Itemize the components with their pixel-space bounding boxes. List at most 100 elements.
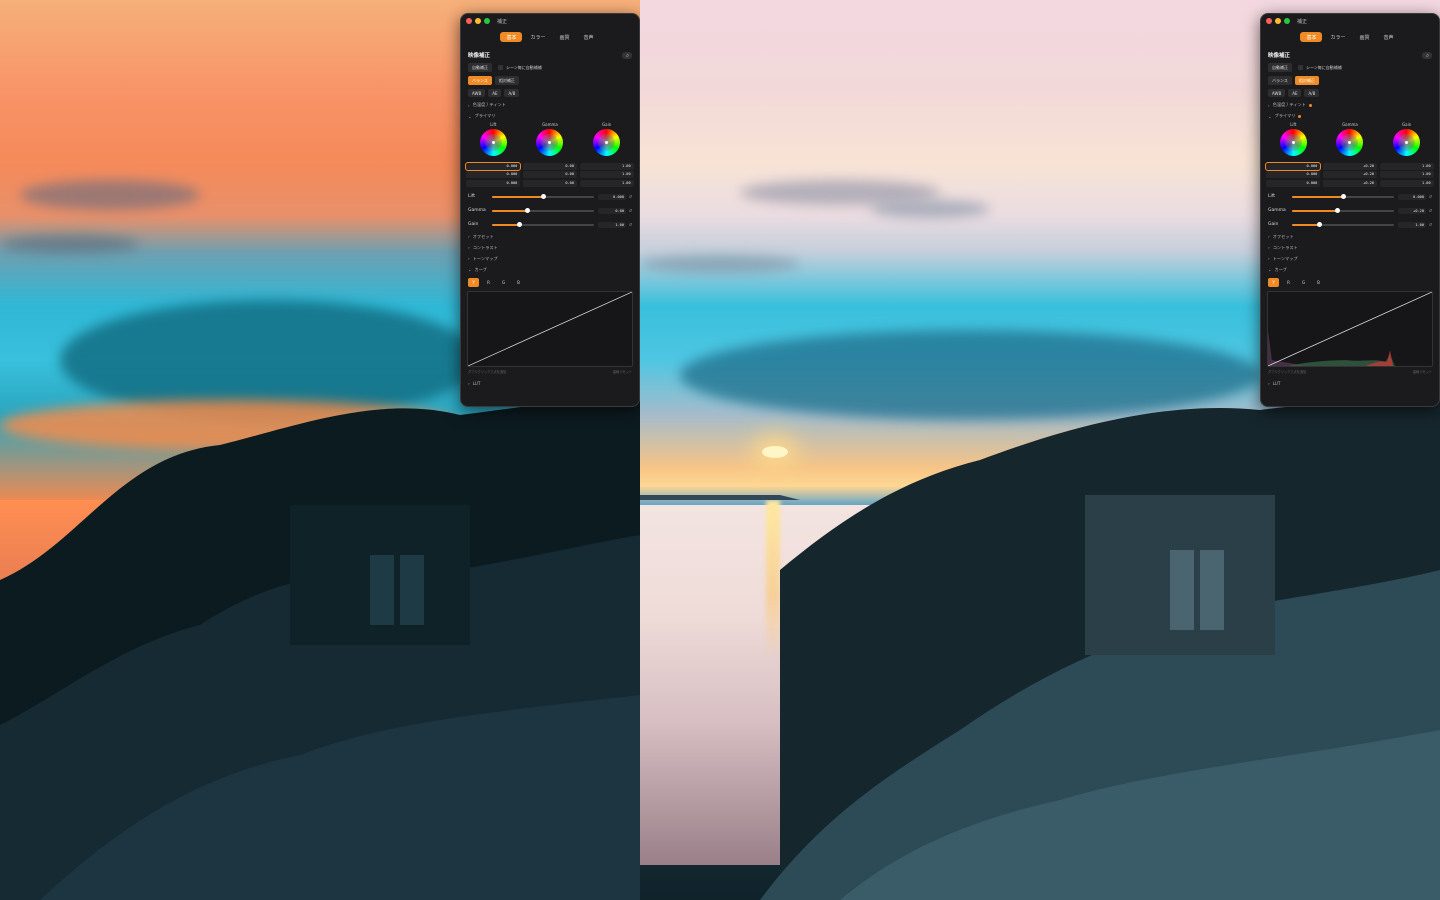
gamma-b-field[interactable]: 0.00 — [522, 179, 577, 187]
section-lut[interactable]: › LUT — [461, 381, 639, 386]
curve-reset[interactable]: 曲線リセット — [613, 369, 632, 374]
curve-line[interactable] — [1268, 291, 1432, 366]
lift-b-field[interactable]: 0.000 — [1266, 179, 1321, 187]
scene-auto-checkbox[interactable] — [498, 65, 503, 70]
reset-icon[interactable]: ↺ — [1426, 208, 1432, 213]
gamma-g-field[interactable]: 0.00 — [522, 171, 577, 178]
reset-icon[interactable]: ↺ — [626, 208, 632, 213]
tab-color[interactable]: カラー — [1324, 32, 1351, 42]
gain-slider[interactable] — [1292, 221, 1394, 227]
slider-thumb[interactable] — [517, 221, 523, 227]
gamma-wheel[interactable] — [536, 129, 564, 156]
gamma-r-field[interactable]: +0.20 — [1322, 162, 1377, 170]
close-button[interactable] — [466, 18, 472, 24]
tab-basic[interactable]: 基本 — [1300, 32, 1323, 42]
channel-r[interactable]: R — [483, 278, 494, 287]
gain-b-field[interactable]: 1.00 — [1379, 179, 1434, 187]
section-offset[interactable]: › オフセット — [1261, 234, 1439, 240]
gamma-value[interactable]: +0.20 — [1398, 207, 1426, 214]
auto-correct-button[interactable]: 自動補正 — [468, 63, 492, 72]
curve-editor[interactable] — [1267, 290, 1433, 367]
gain-b-field[interactable]: 1.00 — [579, 179, 634, 187]
channel-y[interactable]: Y — [468, 277, 479, 287]
wheel-knob[interactable] — [1291, 141, 1295, 144]
curve-line[interactable] — [468, 291, 632, 366]
section-contrast[interactable]: › コントラスト — [1261, 245, 1439, 251]
gain-value[interactable]: 1.00 — [1398, 221, 1426, 228]
slider-thumb[interactable] — [540, 193, 546, 199]
wheel-knob[interactable] — [605, 141, 609, 144]
gain-wheel[interactable] — [593, 129, 621, 156]
ae-button[interactable]: AE — [1288, 89, 1302, 97]
reset-icon[interactable]: ↺ — [1422, 51, 1432, 59]
gain-g-field[interactable]: 1.00 — [579, 171, 634, 178]
reset-icon[interactable]: ↺ — [1426, 194, 1432, 199]
minimize-button[interactable] — [475, 18, 481, 24]
lift-r-field[interactable]: 0.000 — [465, 161, 522, 171]
section-lut[interactable]: › LUT — [1261, 381, 1439, 386]
section-curve[interactable]: ⌄ カーブ — [1261, 267, 1439, 273]
channel-g[interactable]: G — [1298, 278, 1309, 287]
channel-r[interactable]: R — [1283, 278, 1294, 287]
section-curve[interactable]: ⌄ カーブ — [461, 267, 639, 273]
lift-wheel[interactable] — [479, 129, 507, 156]
lift-g-field[interactable]: 0.000 — [1266, 171, 1321, 178]
channel-g[interactable]: G — [498, 278, 509, 287]
reset-icon[interactable]: ↺ — [626, 194, 632, 199]
gain-r-field[interactable]: 1.00 — [1379, 162, 1434, 170]
slider-thumb[interactable] — [1317, 221, 1323, 227]
lift-slider[interactable] — [1292, 193, 1394, 199]
minimize-button[interactable] — [1275, 18, 1281, 24]
wheel-knob[interactable] — [491, 141, 495, 144]
gain-r-field[interactable]: 1.00 — [579, 162, 634, 170]
section-contrast[interactable]: › コントラスト — [461, 245, 639, 251]
reset-icon[interactable]: ↺ — [1426, 222, 1432, 227]
slider-thumb[interactable] — [1340, 193, 1346, 199]
zoom-button[interactable] — [484, 18, 490, 24]
mode-balance[interactable]: バランス — [1268, 76, 1292, 85]
gamma-value[interactable]: 0.00 — [598, 207, 626, 214]
channel-y[interactable]: Y — [1268, 277, 1279, 287]
tab-quality[interactable]: 画質 — [1354, 32, 1376, 42]
section-primary[interactable]: ⌄ プライマリ — [1261, 113, 1439, 119]
tab-audio[interactable]: 音声 — [1378, 32, 1400, 42]
mode-balance[interactable]: バランス — [468, 76, 492, 85]
awb-button[interactable]: AWB — [1268, 89, 1286, 97]
close-button[interactable] — [1266, 18, 1272, 24]
gain-value[interactable]: 1.00 — [598, 221, 626, 228]
lift-b-field[interactable]: 0.000 — [466, 179, 521, 187]
gamma-slider[interactable] — [492, 207, 594, 213]
wheel-knob[interactable] — [1405, 141, 1409, 144]
channel-b[interactable]: B — [1313, 278, 1324, 287]
gamma-r-field[interactable]: 0.00 — [522, 162, 577, 170]
slider-thumb[interactable] — [1335, 207, 1341, 213]
scene-auto-checkbox[interactable] — [1298, 65, 1303, 70]
tab-basic[interactable]: 基本 — [500, 32, 523, 42]
section-tonemap[interactable]: › トーンマップ — [461, 256, 639, 262]
wheel-knob[interactable] — [1348, 141, 1352, 144]
gamma-wheel[interactable] — [1336, 129, 1364, 156]
reset-icon[interactable]: ↺ — [626, 222, 632, 227]
curve-editor[interactable] — [467, 290, 633, 367]
zoom-button[interactable] — [1284, 18, 1290, 24]
slider-thumb[interactable] — [525, 207, 531, 213]
ab-button[interactable]: A/B — [504, 89, 520, 97]
gain-g-field[interactable]: 1.00 — [1379, 171, 1434, 178]
section-primary[interactable]: ⌄ プライマリ — [461, 113, 639, 119]
awb-button[interactable]: AWB — [468, 89, 486, 97]
gamma-g-field[interactable]: +0.20 — [1322, 171, 1377, 178]
gamma-b-field[interactable]: +0.20 — [1322, 179, 1377, 187]
tab-color[interactable]: カラー — [524, 32, 551, 42]
section-temp-tint[interactable]: › 色温度 / ティント — [1261, 102, 1439, 108]
gain-slider[interactable] — [492, 221, 594, 227]
lift-value[interactable]: 0.000 — [598, 193, 626, 200]
wheel-knob[interactable] — [548, 141, 552, 144]
auto-correct-button[interactable]: 自動補正 — [1268, 63, 1292, 72]
tab-quality[interactable]: 画質 — [554, 32, 576, 42]
gain-wheel[interactable] — [1393, 129, 1421, 156]
lift-slider[interactable] — [492, 193, 594, 199]
mode-relative[interactable]: 相対補正 — [1294, 76, 1319, 85]
lift-g-field[interactable]: 0.000 — [466, 171, 521, 178]
curve-reset[interactable]: 曲線リセット — [1413, 369, 1432, 374]
lift-value[interactable]: 0.000 — [1398, 193, 1426, 200]
